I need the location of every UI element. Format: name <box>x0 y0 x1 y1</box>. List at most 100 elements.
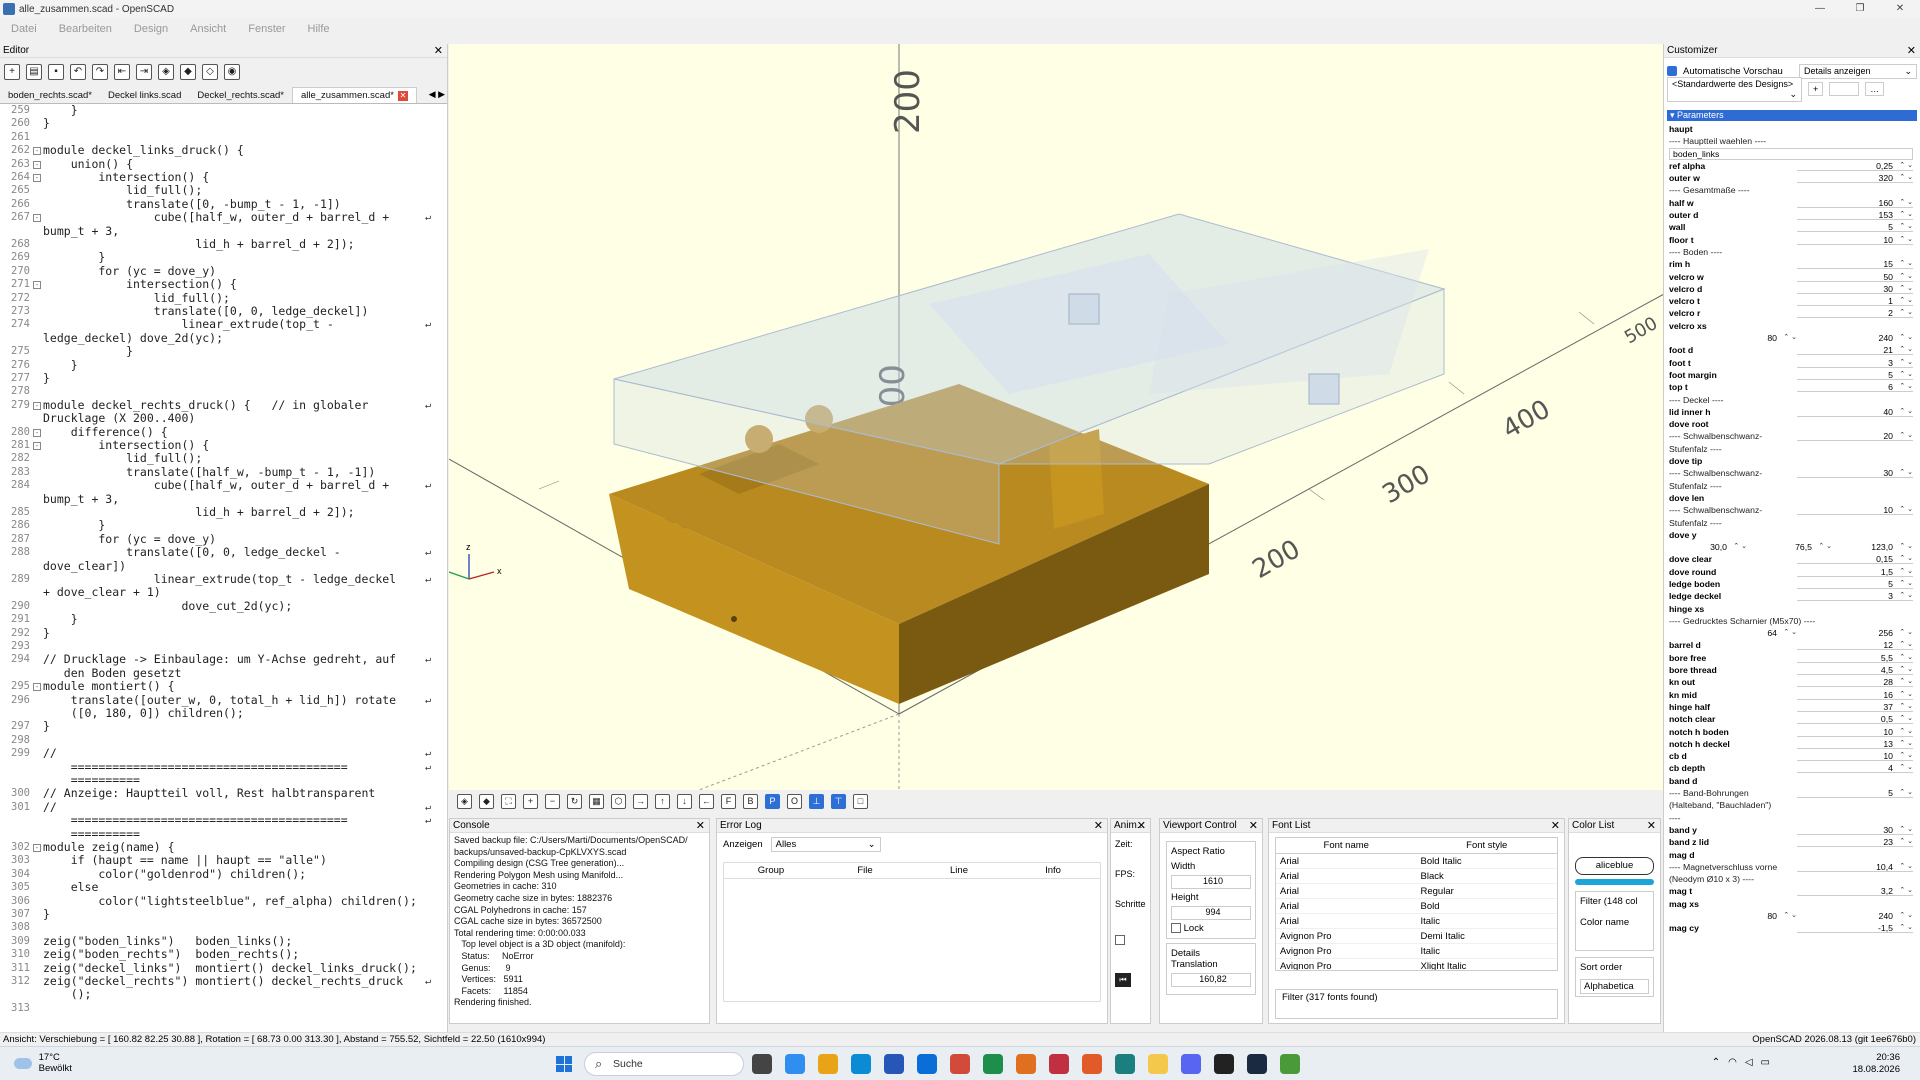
indent-icon[interactable]: ⇥ <box>136 64 152 80</box>
param-input-underline[interactable] <box>1797 661 1913 663</box>
param-input-underline[interactable] <box>1797 723 1913 725</box>
spinner-icon[interactable]: ⌃ ⌄ <box>1899 295 1913 307</box>
param-vector-value[interactable]: 240 <box>1879 332 1894 344</box>
spinner-icon[interactable]: ⌃ ⌄ <box>1899 762 1913 774</box>
app-icon[interactable] <box>983 1054 1003 1074</box>
param-input-underline[interactable] <box>1797 317 1913 319</box>
code-line[interactable]: 302- module zeig(name) { <box>0 840 440 854</box>
show-scale-icon[interactable]: ⊤ <box>831 793 846 809</box>
param-value-input[interactable]: 15 <box>1883 258 1893 270</box>
param-input-underline[interactable] <box>1797 846 1913 848</box>
view-bottom-icon[interactable]: ↓ <box>677 793 692 809</box>
save-icon[interactable]: ▪ <box>48 64 64 80</box>
open-file-icon[interactable]: ▤ <box>26 64 42 80</box>
code-line[interactable]: 303 if (haupt == name || haupt == "alle"… <box>0 853 440 867</box>
col-font-style[interactable]: Font style <box>1417 840 1558 851</box>
param-value-input[interactable]: 3 <box>1888 590 1893 602</box>
param-input-underline[interactable] <box>1797 292 1913 294</box>
param-input-underline[interactable] <box>1797 354 1913 356</box>
menu-design[interactable]: Design <box>123 23 179 35</box>
spinner-icon[interactable]: ⌃ ⌄ <box>1899 160 1913 172</box>
fold-marker-icon[interactable]: - <box>33 683 41 692</box>
param-text-input[interactable]: boden_links <box>1669 147 1913 160</box>
minimize-button[interactable]: — <box>1800 0 1840 18</box>
param-value-input[interactable]: 4,5 <box>1881 664 1893 676</box>
code-line[interactable]: 308 <box>0 921 440 934</box>
param-input-underline[interactable] <box>1797 563 1913 565</box>
view-surfaces-icon[interactable]: ▦ <box>589 793 604 809</box>
terminal-icon[interactable] <box>1214 1054 1234 1074</box>
param-input-underline[interactable] <box>1797 772 1913 774</box>
font-row[interactable]: Arial Bold <box>1276 899 1557 914</box>
close-icon[interactable]: ✕ <box>1647 819 1656 833</box>
spinner-icon[interactable]: ⌃ ⌄ <box>1899 234 1913 246</box>
code-line[interactable]: 274 linear_extrude(top_t - ↵ <box>0 317 440 331</box>
spinner-icon[interactable]: ⌃ ⌄ <box>1899 197 1913 209</box>
param-input-underline[interactable] <box>1797 514 1913 516</box>
app-icon[interactable] <box>1049 1054 1069 1074</box>
fold-marker-icon[interactable]: - <box>33 174 41 182</box>
code-line[interactable]: ========== <box>0 773 440 787</box>
param-input-underline[interactable] <box>1797 268 1913 270</box>
anim-rewind-icon[interactable]: ⏮ <box>1115 973 1131 987</box>
code-line[interactable]: Drucklage (X 200..400) <box>0 411 440 425</box>
close-icon[interactable]: ✕ <box>1137 819 1146 833</box>
chevron-up-icon[interactable]: ⌃ <box>1712 1057 1720 1068</box>
close-icon[interactable]: ✕ <box>1907 44 1916 58</box>
spinner-icon[interactable]: ⌃ ⌄ <box>1899 258 1913 270</box>
show-edges-icon[interactable]: □ <box>853 793 868 809</box>
reset-view-icon[interactable]: ↻ <box>567 793 582 809</box>
errorlog-filter-select[interactable]: Alles ⌄ <box>770 837 881 852</box>
fold-marker-icon[interactable]: - <box>33 160 41 169</box>
spinner-icon[interactable]: ⌃ ⌄ <box>1899 541 1913 553</box>
code-line[interactable]: ([0, 180, 0]) children(); <box>0 706 440 720</box>
preset-select[interactable]: <Standardwerte des Designs> ⌄ <box>1667 76 1802 102</box>
copilot-icon[interactable] <box>785 1054 805 1074</box>
spinner-icon[interactable]: ⌃ ⌄ <box>1899 664 1913 676</box>
autopreview-checkbox[interactable] <box>1667 66 1677 76</box>
edge-icon[interactable] <box>851 1054 871 1074</box>
store-icon[interactable] <box>884 1054 904 1074</box>
code-line[interactable]: 295- module montiert() { <box>0 679 440 693</box>
param-value-input[interactable]: 12 <box>1883 639 1893 651</box>
code-line[interactable]: 283 translate([half_w, -bump_t - 1, -1]) <box>0 465 440 479</box>
param-input-underline[interactable] <box>1797 182 1913 184</box>
code-line[interactable]: + dove_clear + 1) <box>0 585 440 599</box>
code-line[interactable]: 307} <box>0 907 440 921</box>
spinner-icon[interactable]: ⌃ ⌄ <box>1783 910 1797 922</box>
code-line[interactable]: 278 <box>0 385 440 398</box>
maximize-button[interactable]: ❐ <box>1840 0 1880 18</box>
code-line[interactable]: 268 lid_h + barrel_d + 2]); <box>0 237 440 251</box>
view-right-icon[interactable]: → <box>633 793 648 809</box>
taskbar-clock[interactable]: 20:36 18.08.2026 <box>1852 1052 1900 1076</box>
close-tab-icon[interactable]: ✕ <box>397 91 408 101</box>
spinner-icon[interactable]: ⌃ ⌄ <box>1899 283 1913 295</box>
spinner-icon[interactable]: ⌃ ⌄ <box>1899 357 1913 369</box>
param-value-input[interactable]: 320 <box>1879 172 1894 184</box>
spinner-icon[interactable]: ⌃ ⌄ <box>1899 504 1913 516</box>
param-vector-value[interactable]: 256 <box>1879 627 1894 639</box>
code-line[interactable]: 294 // Drucklage -> Einbaulage: um Y-Achs… <box>0 652 440 666</box>
param-input-underline[interactable] <box>1797 686 1913 688</box>
param-value-input[interactable]: 5 <box>1888 787 1893 799</box>
param-vector-value[interactable]: 30,0 <box>1710 541 1727 553</box>
code-line[interactable]: 262- module deckel_links_druck() { <box>0 143 440 157</box>
taskbar-search[interactable]: Suche <box>584 1052 744 1076</box>
app-icon[interactable] <box>1016 1054 1036 1074</box>
code-line[interactable]: 263- union() { <box>0 157 440 171</box>
code-line[interactable]: 296 translate([outer_w, 0, total_h + lid… <box>0 693 440 707</box>
close-icon[interactable]: ✕ <box>1551 819 1560 833</box>
spinner-icon[interactable]: ⌃ ⌄ <box>1783 627 1797 639</box>
volume-icon[interactable]: ◁ <box>1745 1057 1753 1068</box>
export-stl-icon[interactable]: ◇ <box>202 64 218 80</box>
code-line[interactable]: 290 dove_cut_2d(yc); <box>0 599 440 613</box>
color-swatch-button[interactable]: aliceblue <box>1575 857 1654 875</box>
code-line[interactable]: ========================================… <box>0 760 440 774</box>
width-input[interactable]: 1610 <box>1171 875 1251 889</box>
tab-deckel-rechts[interactable]: Deckel_rechts.scad* <box>189 88 292 103</box>
openscad-taskbar-icon[interactable] <box>1148 1054 1168 1074</box>
param-value-input[interactable]: 0,5 <box>1881 713 1893 725</box>
fold-marker-icon[interactable]: - <box>33 401 41 410</box>
spinner-icon[interactable]: ⌃ ⌄ <box>1899 922 1913 934</box>
fold-marker-icon[interactable]: - <box>33 147 41 156</box>
